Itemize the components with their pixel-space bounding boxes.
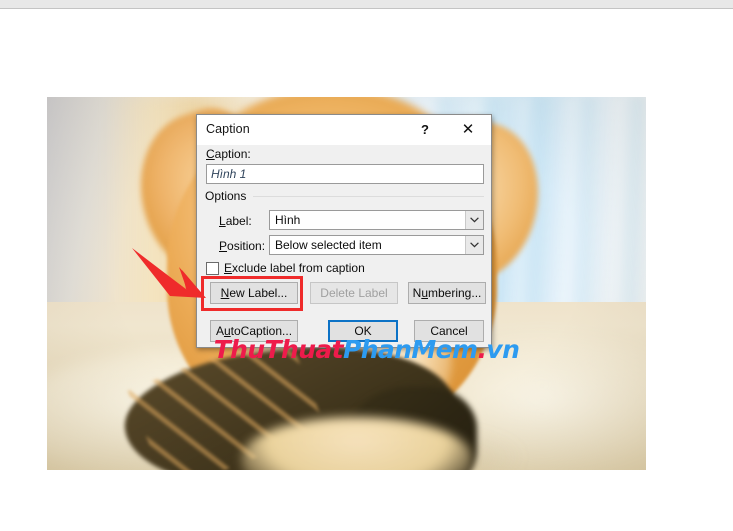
- exclude-label-text: Exclude label from caption: [224, 261, 365, 276]
- cancel-button[interactable]: Cancel: [414, 320, 484, 342]
- autocaption-accel-char: u: [223, 324, 231, 338]
- chevron-down-icon[interactable]: [465, 211, 483, 229]
- help-icon[interactable]: ?: [413, 119, 437, 141]
- caption-dialog: Caption ? ✕ Caption: Options Label: Hình…: [196, 114, 492, 348]
- position-combobox-value: Below selected item: [275, 238, 382, 252]
- label-field-label: Label:: [219, 214, 252, 228]
- numbering-button[interactable]: Numbering...: [408, 282, 486, 304]
- dialog-title: Caption: [206, 122, 250, 136]
- caption-accel-char: C: [206, 147, 215, 161]
- caption-field-label: Caption:: [206, 147, 251, 161]
- chevron-down-icon[interactable]: [465, 236, 483, 254]
- caption-input[interactable]: [206, 164, 484, 184]
- autocaption-button[interactable]: AutoCaption...: [210, 320, 298, 342]
- delete-label-button[interactable]: Delete Label: [310, 282, 398, 304]
- exclude-accel-char: E: [224, 261, 233, 275]
- close-icon[interactable]: ✕: [455, 119, 481, 141]
- autocaption-pre: A: [215, 324, 224, 338]
- label-accel-char: L: [219, 214, 226, 228]
- position-field-label: Position:: [219, 239, 265, 253]
- label-combobox-value: Hình: [275, 213, 301, 227]
- numbering-accel-char: u: [421, 286, 428, 300]
- position-combobox[interactable]: Below selected item: [269, 235, 484, 255]
- dialog-title-bar: Caption ? ✕: [197, 115, 491, 145]
- position-label-rest: osition:: [227, 239, 266, 253]
- caption-label-rest: aption:: [214, 147, 251, 161]
- options-group-divider: [253, 196, 484, 197]
- label-label-rest: abel:: [225, 214, 252, 228]
- options-group-label: Options: [205, 189, 252, 203]
- exclude-label-rest: xclude label from caption: [232, 261, 365, 275]
- label-combobox[interactable]: Hình: [269, 210, 484, 230]
- red-arrow-annotation: [132, 248, 206, 298]
- ok-button[interactable]: OK: [328, 320, 398, 342]
- autocaption-rest: toCaption...: [230, 324, 293, 338]
- numbering-rest: mbering...: [428, 286, 482, 300]
- window-top-strip: [0, 0, 733, 9]
- numbering-pre: N: [412, 286, 422, 300]
- new-label-rest: ew Label...: [229, 286, 288, 300]
